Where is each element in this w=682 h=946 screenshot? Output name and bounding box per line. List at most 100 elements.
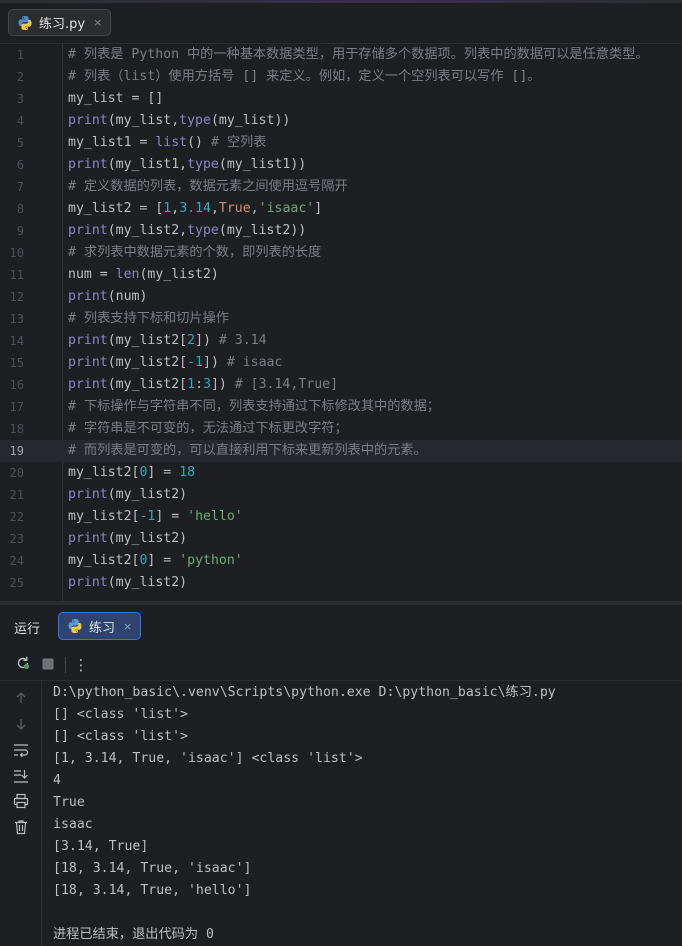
console-line: [18, 3.14, True, 'isaac'] — [53, 861, 252, 876]
stop-icon — [41, 656, 55, 675]
code-line[interactable]: 19 # 而列表是可变的，可以直接利用下标来更新列表中的元素。 — [0, 440, 682, 462]
code-line[interactable]: 10 # 求列表中数据元素的个数，即列表的长度 — [0, 242, 682, 264]
code-line[interactable]: 5 my_list1 = list() # 空列表 — [0, 132, 682, 154]
code-token: print — [68, 157, 108, 172]
code-line[interactable]: 13 # 列表支持下标和切片操作 — [0, 308, 682, 330]
code-text: my_list = [] — [68, 88, 163, 110]
code-text: print(my_list2) — [68, 484, 187, 506]
code-token: 3 — [203, 377, 211, 392]
code-line[interactable]: 1 # 列表是 Python 中的一种基本数据类型，用于存储多个数据项。列表中的数… — [0, 44, 682, 66]
print-button[interactable] — [11, 793, 31, 813]
line-number: 21 — [9, 488, 24, 502]
line-number: 12 — [9, 290, 24, 304]
code-line[interactable]: 9 print(my_list2,type(my_list2)) — [0, 220, 682, 242]
python-run-icon — [67, 618, 83, 634]
code-token: () — [187, 135, 211, 150]
print-icon — [13, 793, 29, 813]
code-token: , — [171, 201, 180, 216]
editor-tab-bar: 练习.py × — [0, 0, 682, 44]
code-token: (my_list2[ — [107, 377, 188, 392]
run-panel-title: 运行 — [14, 622, 41, 637]
line-number: 14 — [9, 334, 24, 348]
line-number: 13 — [9, 312, 24, 326]
code-token: True — [218, 201, 251, 216]
line-number: 19 — [9, 444, 24, 458]
close-run-tab-icon[interactable]: × — [123, 620, 132, 633]
code-line[interactable]: 18 # 字符串是不可变的，无法通过下标更改字符； — [0, 418, 682, 440]
code-text: print(my_list2) — [68, 572, 187, 594]
code-text: # 而列表是可变的，可以直接利用下标来更新列表中的元素。 — [68, 440, 427, 462]
code-line[interactable]: 14 print(my_list2[2]) # 3.14 — [0, 330, 682, 352]
code-token: , — [210, 201, 219, 216]
code-text: my_list2[0] = 'python' — [68, 550, 243, 572]
code-line[interactable]: 11 num = len(my_list2) — [0, 264, 682, 286]
line-number: 8 — [16, 202, 24, 216]
code-line[interactable]: 24 my_list2[0] = 'python' — [0, 550, 682, 572]
console-line: [] <class 'list'> — [53, 729, 188, 744]
code-token: # isaac — [226, 355, 283, 370]
code-line[interactable]: 22 my_list2[-1] = 'hello' — [0, 506, 682, 528]
line-number: 24 — [9, 554, 24, 568]
code-token: : — [195, 377, 204, 392]
code-line[interactable]: 25 print(my_list2) — [0, 572, 682, 594]
code-token: len — [115, 267, 140, 282]
code-token: # [3.14,True] — [234, 377, 339, 392]
rerun-button[interactable] — [13, 655, 33, 675]
code-token: print — [68, 333, 108, 348]
code-line[interactable]: 15 print(my_list2[-1]) # isaac — [0, 352, 682, 374]
code-token: print — [68, 487, 108, 502]
run-config-tab[interactable]: 练习 × — [58, 612, 142, 640]
console-line: [1, 3.14, True, 'isaac'] <class 'list'> — [53, 751, 363, 766]
code-token: ] = — [147, 553, 180, 568]
code-token: # 字符串是不可变的，无法通过下标更改字符； — [68, 421, 348, 436]
code-text: # 列表（list）使用方括号 [] 来定义。例如，定义一个空列表可以写作 []… — [68, 66, 540, 88]
code-line[interactable]: 3 my_list = [] — [0, 88, 682, 110]
code-text: my_list2[0] = 18 — [68, 462, 195, 484]
console-line: True — [53, 795, 85, 810]
code-line[interactable]: 12 print(num) — [0, 286, 682, 308]
more-options-button[interactable]: ⋮ — [71, 655, 91, 675]
line-number: 18 — [9, 422, 24, 436]
code-line[interactable]: 21 print(my_list2) — [0, 484, 682, 506]
soft-wrap-icon — [13, 742, 29, 761]
scroll-to-end-button[interactable] — [11, 767, 31, 787]
run-tab-label: 练习 — [89, 620, 116, 636]
code-editor[interactable]: 1 # 列表是 Python 中的一种基本数据类型，用于存储多个数据项。列表中的数… — [0, 44, 682, 601]
code-line[interactable]: 4 print(my_list,type(my_list)) — [0, 110, 682, 132]
code-token: # 列表支持下标和切片操作 — [68, 311, 229, 326]
code-line[interactable]: 20 my_list2[0] = 18 — [0, 462, 682, 484]
clear-all-button[interactable] — [11, 819, 31, 839]
code-text: my_list2 = [1,3.14,True,'isaac'] — [68, 198, 322, 220]
stop-button[interactable] — [38, 655, 58, 675]
scroll-up-button[interactable] — [11, 689, 31, 709]
soft-wrap-button[interactable] — [11, 741, 31, 761]
rerun-icon — [15, 655, 31, 675]
line-number: 2 — [16, 70, 24, 84]
console-line: [3.14, True] — [53, 839, 149, 854]
line-number: 20 — [9, 466, 24, 480]
editor-file-tab[interactable]: 练习.py × — [8, 9, 112, 36]
code-line[interactable]: 6 print(my_list1,type(my_list1)) — [0, 154, 682, 176]
code-text: print(my_list1,type(my_list1)) — [68, 154, 306, 176]
line-number: 4 — [16, 114, 24, 128]
code-token: # 下标操作与字符串不同，列表支持通过下标修改其中的数据； — [68, 399, 440, 414]
scroll-down-button[interactable] — [11, 715, 31, 735]
code-token: (my_list2) — [107, 487, 188, 502]
code-token: (my_list, — [107, 113, 180, 128]
line-number: 6 — [16, 158, 24, 172]
code-token: (my_list2) — [107, 531, 188, 546]
code-token: ]) — [210, 377, 235, 392]
code-token: , — [250, 201, 259, 216]
code-line[interactable]: 2 # 列表（list）使用方括号 [] 来定义。例如，定义一个空列表可以写作 [… — [0, 66, 682, 88]
code-line[interactable]: 7 # 定义数据的列表，数据元素之间使用逗号隔开 — [0, 176, 682, 198]
code-token: 'python' — [179, 553, 243, 568]
clear-all-icon — [13, 819, 29, 839]
code-line[interactable]: 8 my_list2 = [1,3.14,True,'isaac'] — [0, 198, 682, 220]
code-token: ]) — [195, 333, 219, 348]
code-line[interactable]: 23 print(my_list2) — [0, 528, 682, 550]
code-token: (my_list2[ — [107, 333, 188, 348]
close-tab-icon[interactable]: × — [93, 16, 102, 29]
code-line[interactable]: 16 print(my_list2[1:3]) # [3.14,True] — [0, 374, 682, 396]
code-line[interactable]: 17 # 下标操作与字符串不同，列表支持通过下标修改其中的数据； — [0, 396, 682, 418]
code-token: # 3.14 — [218, 333, 267, 348]
